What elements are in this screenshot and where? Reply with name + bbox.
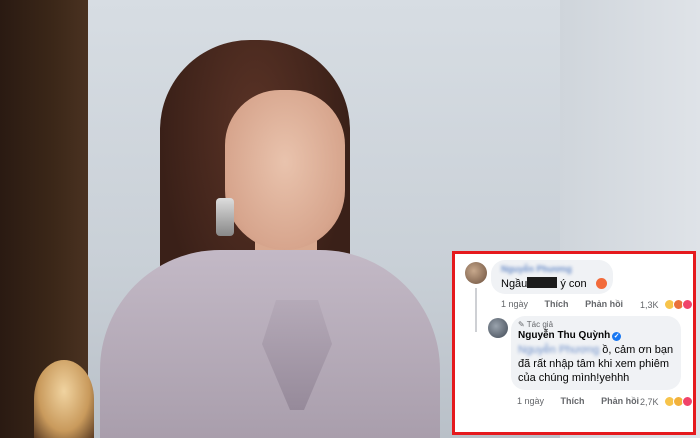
reply-meta: 1 ngày Thích Phản hồi [517,396,639,406]
comment-text: Ngầu ý con [501,277,607,291]
angry-emoji-icon [595,278,607,289]
author-tag-label: Tác giả [526,320,554,329]
love-icon [682,396,694,407]
pen-icon: ✎ [518,320,525,329]
reply-time[interactable]: 1 ngày [517,396,544,406]
author-avatar[interactable] [488,318,508,338]
reply-reply-button[interactable]: Phản hồi [601,396,639,406]
reply-reaction-count: 2,7K [640,397,659,407]
author-tag: ✎ Tác giả [518,320,553,329]
lamp [34,360,94,438]
reply-like-button[interactable]: Thích [561,396,585,406]
love-icon [682,299,694,310]
comment-reaction-count: 1,3K [640,300,659,310]
thread-line [475,288,477,332]
reply-reactions[interactable]: 2,7K [640,396,694,407]
comment-reply-button[interactable]: Phản hồi [585,299,623,309]
censor-bar [527,277,558,288]
comment-meta: 1 ngày Thích Phản hồi [501,299,623,309]
reply-mention[interactable]: Nguyễn Phương [518,344,599,356]
comment-text-start: Ngầu [501,278,528,290]
comment-text-end: ý con [557,278,587,290]
reply-bubble: ✎ Tác giả Nguyễn Thu Quỳnh ✓ Nguyễn Phươn… [511,316,681,390]
comment-author-name[interactable]: Nguyễn Phương [501,264,572,274]
reply-author-name[interactable]: Nguyễn Thu Quỳnh ✓ [518,330,622,341]
comment-like-button[interactable]: Thích [545,299,569,309]
comment-bubble: Nguyễn Phương Ngầu ý con [491,260,613,294]
face [225,90,345,250]
comment-reactions[interactable]: 1,3K [640,299,694,310]
reply-text: Nguyễn Phương ồ, cảm ơn bạn đã rất nhập … [518,343,678,385]
commenter-avatar[interactable] [465,262,487,284]
earring [216,198,234,236]
comment-screenshot-frame: Nguyễn Phương Ngầu ý con 1 ngày Thích Ph… [452,251,696,435]
verified-badge-icon: ✓ [612,332,622,341]
reply-author-label: Nguyễn Thu Quỳnh [518,330,611,341]
comment-time[interactable]: 1 ngày [501,299,528,309]
